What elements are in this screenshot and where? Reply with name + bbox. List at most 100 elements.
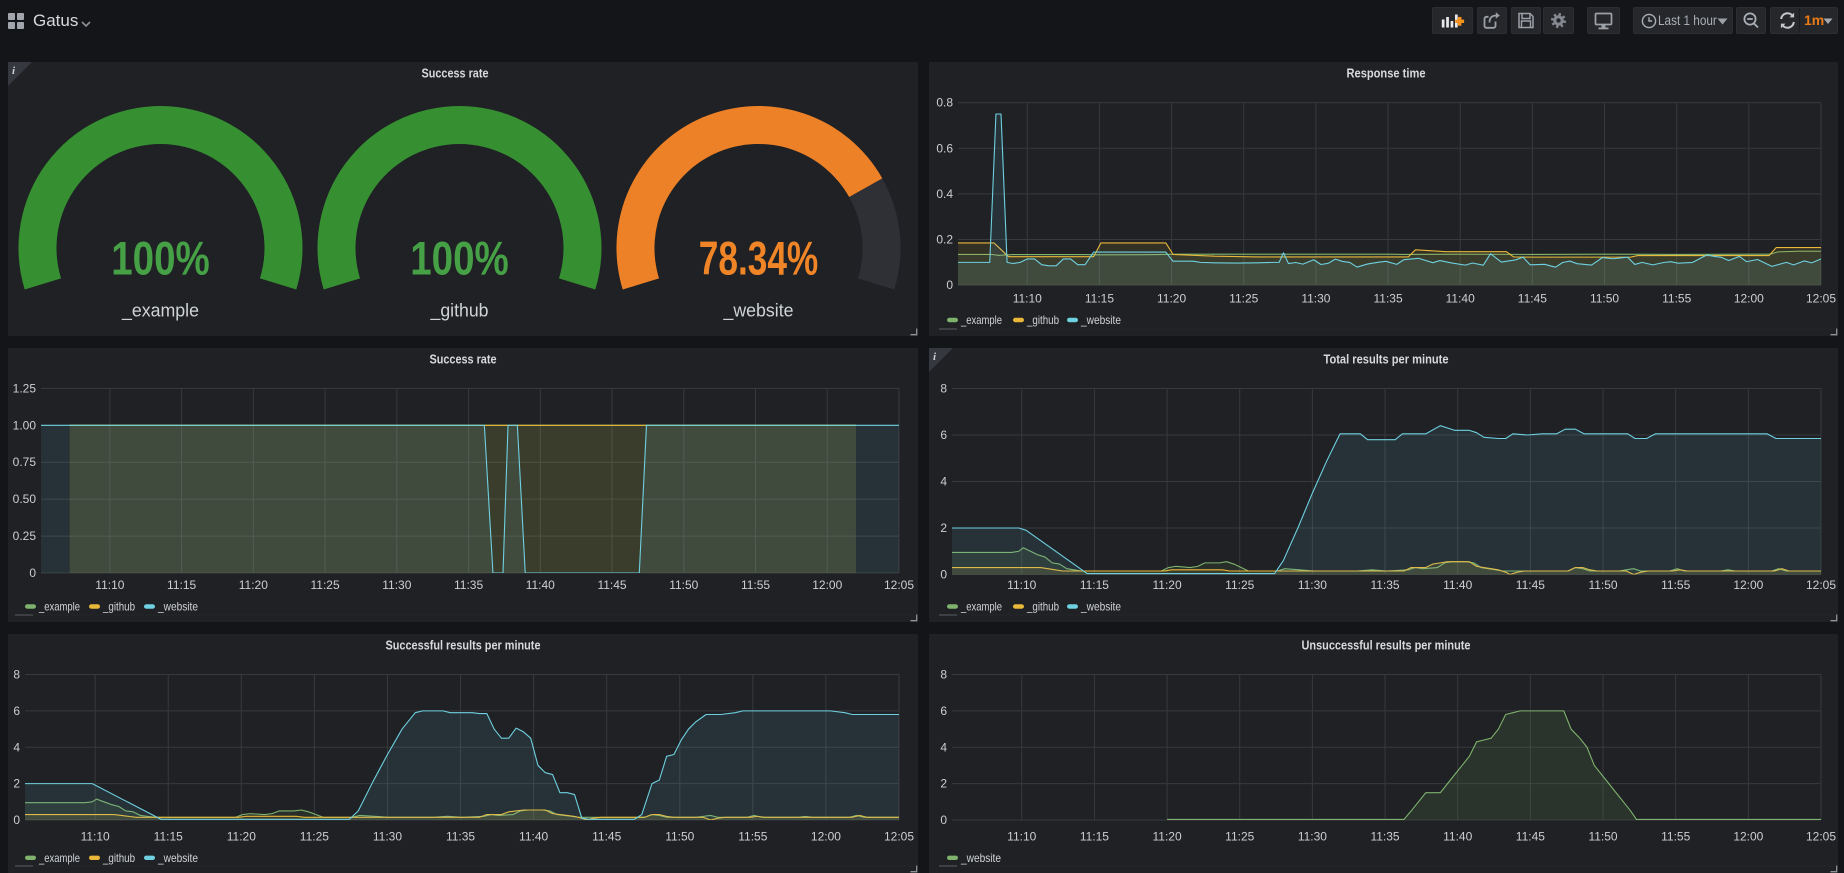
svg-text:11:15: 11:15 — [1080, 578, 1109, 592]
svg-text:12:00: 12:00 — [1733, 830, 1763, 844]
svg-text:11:25: 11:25 — [1225, 578, 1254, 592]
svg-text:11:40: 11:40 — [1446, 292, 1475, 306]
svg-text:11:10: 11:10 — [81, 830, 110, 844]
svg-text:4: 4 — [13, 740, 20, 754]
svg-text:11:50: 11:50 — [669, 578, 698, 592]
svg-text:11:50: 11:50 — [1588, 578, 1617, 592]
svg-text:11:40: 11:40 — [1443, 830, 1472, 844]
svg-text:11:30: 11:30 — [382, 578, 411, 592]
svg-text:11:35: 11:35 — [1373, 292, 1402, 306]
svg-text:1.25: 1.25 — [13, 381, 37, 395]
svg-text:11:50: 11:50 — [665, 830, 694, 844]
svg-text:11:45: 11:45 — [1516, 830, 1545, 844]
svg-text:0.6: 0.6 — [936, 141, 953, 155]
svg-text:2: 2 — [13, 777, 20, 791]
svg-text:11:25: 11:25 — [1225, 830, 1254, 844]
svg-text:12:05: 12:05 — [884, 578, 914, 592]
svg-text:11:40: 11:40 — [519, 830, 548, 844]
svg-text:11:10: 11:10 — [1007, 578, 1036, 592]
svg-text:11:35: 11:35 — [454, 578, 483, 592]
svg-text:4: 4 — [940, 475, 947, 489]
svg-text:0: 0 — [29, 566, 36, 580]
svg-text:_github: _github — [102, 851, 135, 865]
svg-text:11:55: 11:55 — [1661, 830, 1690, 844]
svg-text:0.2: 0.2 — [936, 233, 953, 247]
svg-text:1.00: 1.00 — [13, 418, 37, 432]
svg-text:12:00: 12:00 — [1733, 578, 1763, 592]
svg-text:6: 6 — [940, 428, 947, 442]
svg-text:11:30: 11:30 — [1298, 578, 1327, 592]
svg-text:11:15: 11:15 — [1080, 830, 1109, 844]
svg-text:Success rate: Success rate — [430, 351, 497, 366]
svg-text:78.34%: 78.34% — [699, 232, 819, 285]
svg-text:11:40: 11:40 — [526, 578, 555, 592]
svg-text:11:10: 11:10 — [1007, 830, 1036, 844]
svg-text:11:50: 11:50 — [1590, 292, 1619, 306]
svg-text:11:45: 11:45 — [1516, 578, 1545, 592]
svg-text:4: 4 — [940, 740, 947, 754]
svg-text:100%: 100% — [410, 233, 509, 285]
svg-text:11:25: 11:25 — [300, 830, 329, 844]
svg-text:11:20: 11:20 — [1157, 292, 1186, 306]
svg-text:11:10: 11:10 — [95, 578, 124, 592]
svg-text:11:30: 11:30 — [1301, 292, 1330, 306]
svg-text:11:15: 11:15 — [167, 578, 196, 592]
svg-text:11:10: 11:10 — [1013, 292, 1042, 306]
svg-text:_github: _github — [102, 600, 135, 614]
svg-text:11:55: 11:55 — [738, 830, 767, 844]
svg-text:_website: _website — [1080, 600, 1121, 614]
svg-text:Response time: Response time — [1347, 65, 1426, 80]
svg-text:12:00: 12:00 — [811, 830, 841, 844]
svg-text:11:45: 11:45 — [592, 830, 621, 844]
svg-text:11:20: 11:20 — [239, 578, 268, 592]
svg-text:11:20: 11:20 — [1152, 578, 1181, 592]
svg-text:11:45: 11:45 — [1518, 292, 1547, 306]
svg-text:_website: _website — [157, 600, 198, 614]
svg-text:11:25: 11:25 — [1229, 292, 1258, 306]
svg-text:_website: _website — [723, 301, 794, 322]
svg-text:0: 0 — [940, 568, 947, 582]
svg-text:11:25: 11:25 — [311, 578, 340, 592]
svg-text:11:50: 11:50 — [1588, 830, 1617, 844]
svg-text:11:55: 11:55 — [1662, 292, 1691, 306]
svg-text:11:30: 11:30 — [373, 830, 402, 844]
svg-text:12:00: 12:00 — [812, 578, 842, 592]
svg-text:Unsuccessful results per minut: Unsuccessful results per minute — [1302, 637, 1471, 652]
svg-text:11:15: 11:15 — [1085, 292, 1114, 306]
svg-text:_website: _website — [1080, 313, 1121, 327]
svg-text:11:35: 11:35 — [1370, 578, 1399, 592]
svg-text:_example: _example — [38, 851, 80, 865]
svg-text:12:05: 12:05 — [884, 830, 914, 844]
svg-text:8: 8 — [13, 668, 20, 682]
svg-text:11:40: 11:40 — [1443, 578, 1472, 592]
svg-text:_github: _github — [430, 301, 489, 322]
svg-text:12:05: 12:05 — [1806, 292, 1836, 306]
svg-text:_example: _example — [960, 313, 1002, 327]
svg-text:11:15: 11:15 — [154, 830, 183, 844]
svg-text:8: 8 — [940, 668, 947, 682]
svg-text:11:55: 11:55 — [741, 578, 770, 592]
svg-text:11:55: 11:55 — [1661, 578, 1690, 592]
svg-text:2: 2 — [940, 521, 947, 535]
svg-text:0.8: 0.8 — [936, 96, 953, 110]
svg-text:Successful results per minute: Successful results per minute — [386, 637, 541, 652]
svg-text:11:45: 11:45 — [597, 578, 626, 592]
svg-text:12:00: 12:00 — [1734, 292, 1764, 306]
svg-text:8: 8 — [940, 382, 947, 396]
svg-text:11:30: 11:30 — [1298, 830, 1327, 844]
svg-text:_example: _example — [121, 301, 199, 322]
svg-text:0.50: 0.50 — [13, 492, 37, 506]
svg-text:6: 6 — [940, 704, 947, 718]
svg-text:11:20: 11:20 — [1152, 830, 1181, 844]
svg-text:0: 0 — [13, 813, 20, 827]
svg-text:_github: _github — [1026, 313, 1059, 327]
svg-text:0: 0 — [946, 278, 953, 292]
svg-text:Total results per minute: Total results per minute — [1324, 351, 1449, 366]
svg-text:0: 0 — [940, 813, 947, 827]
svg-text:11:35: 11:35 — [446, 830, 475, 844]
svg-text:100%: 100% — [111, 233, 210, 285]
svg-text:12:05: 12:05 — [1806, 578, 1836, 592]
svg-text:_example: _example — [38, 600, 80, 614]
svg-text:2: 2 — [940, 777, 947, 791]
svg-text:_website: _website — [960, 851, 1001, 865]
